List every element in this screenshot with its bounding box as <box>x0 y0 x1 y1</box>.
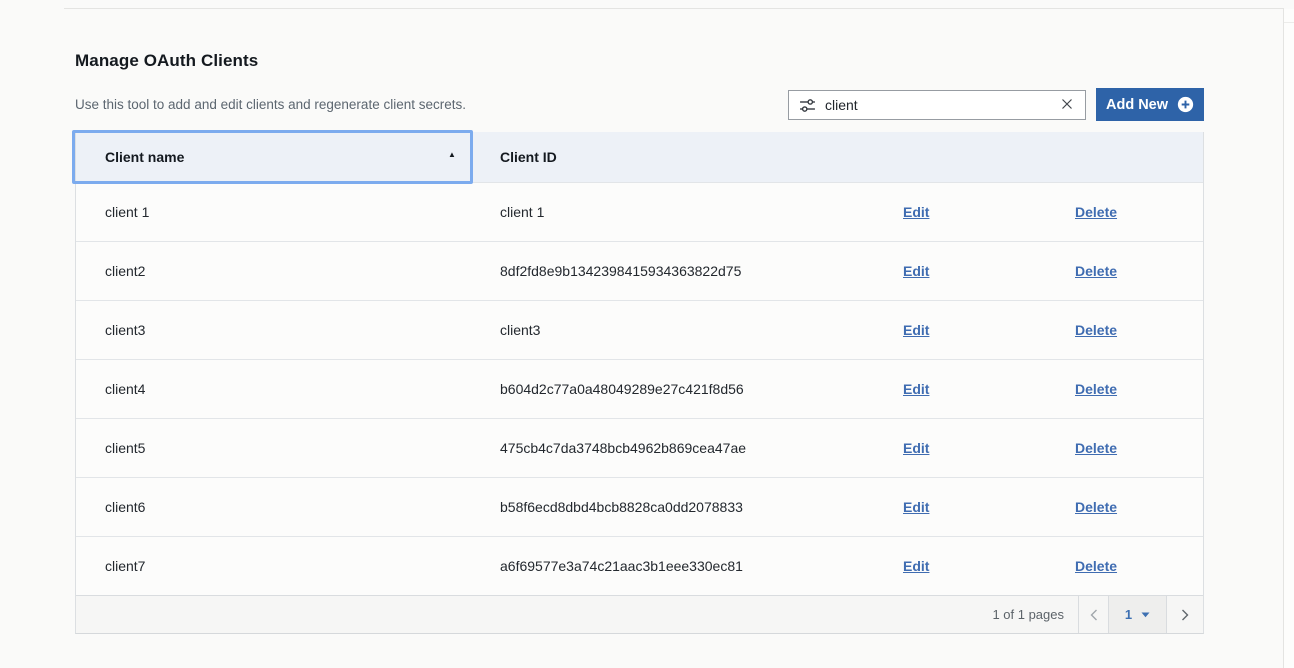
delete-link[interactable]: Delete <box>1075 322 1117 338</box>
add-plus-circle-icon <box>1177 96 1194 113</box>
table-row: client3 client3 Edit Delete <box>76 300 1203 359</box>
cell-client-id: 8df2fd8e9b1342398415934363822d75 <box>500 263 903 279</box>
cell-client-id: b604d2c77a0a48049289e27c421f8d56 <box>500 381 903 397</box>
pagination-summary: 1 of 1 pages <box>992 607 1064 622</box>
delete-link[interactable]: Delete <box>1075 204 1117 220</box>
scrollbar-notch <box>1284 22 1294 23</box>
current-page-number: 1 <box>1125 607 1132 622</box>
client-id-header-label: Client ID <box>500 149 557 165</box>
edit-link[interactable]: Edit <box>903 558 929 574</box>
next-page-button[interactable] <box>1167 596 1203 633</box>
delete-link[interactable]: Delete <box>1075 263 1117 279</box>
table-row: client5 475cb4c7da3748bcb4962b869cea47ae… <box>76 418 1203 477</box>
settings-adjust-filter-icon <box>799 97 816 114</box>
client-name-header-label: Client name <box>105 149 184 165</box>
cell-client-id: client 1 <box>500 204 903 220</box>
oauth-clients-table: Client name ▲ Client ID client 1 client … <box>75 132 1204 634</box>
sort-ascending-icon: ▲ <box>448 150 456 159</box>
previous-page-button[interactable] <box>1079 596 1108 633</box>
cell-client-id: 475cb4c7da3748bcb4962b869cea47ae <box>500 440 903 456</box>
close-x-icon <box>1061 98 1073 113</box>
cell-client-name: client3 <box>76 322 500 338</box>
add-new-button[interactable]: Add New <box>1096 88 1204 121</box>
edit-link[interactable]: Edit <box>903 381 929 397</box>
edit-link[interactable]: Edit <box>903 322 929 338</box>
add-new-label: Add New <box>1106 97 1168 113</box>
top-divider <box>64 8 1283 9</box>
table-body: client 1 client 1 Edit Delete client2 8d… <box>76 182 1203 595</box>
page-number-select[interactable]: 1 <box>1109 596 1166 633</box>
delete-link[interactable]: Delete <box>1075 440 1117 456</box>
edit-link[interactable]: Edit <box>903 204 929 220</box>
table-row: client2 8df2fd8e9b1342398415934363822d75… <box>76 241 1203 300</box>
manage-oauth-clients-page: Manage OAuth Clients Use this tool to ad… <box>0 0 1294 668</box>
table-header-row: Client name ▲ Client ID <box>76 132 1203 182</box>
cell-client-name: client5 <box>76 440 500 456</box>
cell-client-id: a6f69577e3a74c21aac3b1eee330ec81 <box>500 558 903 574</box>
chevron-right-icon <box>1180 608 1190 622</box>
column-header-client-name[interactable]: Client name ▲ <box>76 132 500 182</box>
chevron-left-icon <box>1089 608 1099 622</box>
cell-client-name: client4 <box>76 381 500 397</box>
delete-link[interactable]: Delete <box>1075 381 1117 397</box>
delete-link[interactable]: Delete <box>1075 558 1117 574</box>
edit-link[interactable]: Edit <box>903 440 929 456</box>
scrollbar-gutter <box>1284 9 1294 668</box>
cell-client-name: client2 <box>76 263 500 279</box>
pagination-bar: 1 of 1 pages 1 <box>76 595 1203 633</box>
table-row: client6 b58f6ecd8dbd4bcb8828ca0dd2078833… <box>76 477 1203 536</box>
table-row: client4 b604d2c77a0a48049289e27c421f8d56… <box>76 359 1203 418</box>
cell-client-name: client7 <box>76 558 500 574</box>
cell-client-name: client6 <box>76 499 500 515</box>
page-subtitle: Use this tool to add and edit clients an… <box>75 97 466 112</box>
right-divider <box>1283 8 1284 668</box>
cell-client-name: client 1 <box>76 204 500 220</box>
cell-client-id: client3 <box>500 322 903 338</box>
column-header-client-id: Client ID <box>500 149 903 165</box>
table-row: client7 a6f69577e3a74c21aac3b1eee330ec81… <box>76 536 1203 595</box>
clear-search-button[interactable] <box>1059 96 1075 115</box>
page-title: Manage OAuth Clients <box>75 51 258 71</box>
search-input[interactable] <box>825 97 1059 113</box>
edit-link[interactable]: Edit <box>903 499 929 515</box>
client-search-box <box>788 90 1086 120</box>
caret-down-icon <box>1141 612 1150 618</box>
edit-link[interactable]: Edit <box>903 263 929 279</box>
delete-link[interactable]: Delete <box>1075 499 1117 515</box>
table-row: client 1 client 1 Edit Delete <box>76 182 1203 241</box>
cell-client-id: b58f6ecd8dbd4bcb8828ca0dd2078833 <box>500 499 903 515</box>
